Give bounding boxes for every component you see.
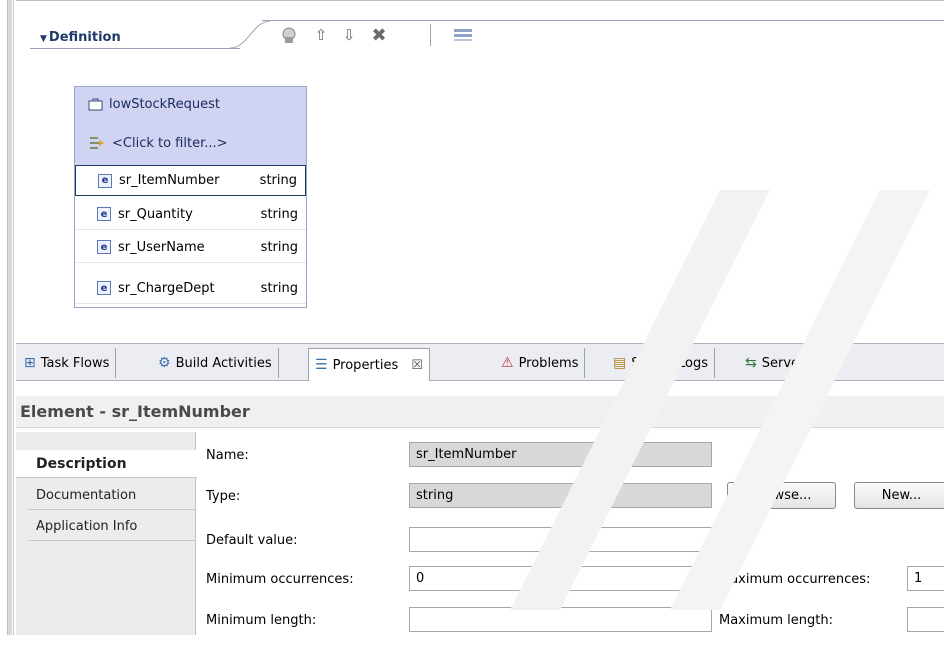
briefcase-icon [88, 98, 103, 111]
definition-underline [30, 48, 240, 49]
minimum-length-label: Minimum length: [206, 613, 317, 628]
definition-section-title[interactable]: ▼ Definition [40, 30, 121, 45]
toolbar-separator [430, 24, 431, 46]
name-label: Name: [206, 448, 249, 463]
problems-icon: ⚠ [501, 355, 514, 371]
minimum-length-field[interactable] [409, 607, 712, 632]
add-icon[interactable] [279, 25, 299, 45]
field-row[interactable]: e sr_UserName string [75, 232, 306, 263]
tab-build-activities[interactable]: ⚙ Build Activities [152, 348, 279, 378]
maximum-length-label: Maximum length: [719, 613, 834, 628]
move-down-icon[interactable]: ⇩ [339, 25, 359, 45]
tab-server-logs[interactable]: ▤ Server Logs [607, 348, 715, 378]
properties-icon: ☰ [315, 357, 328, 373]
side-tab-application-info[interactable]: Application Info [28, 513, 196, 541]
close-icon[interactable]: ☒ [411, 358, 423, 373]
filter-field[interactable]: <Click to filter...> [88, 135, 228, 151]
type-field[interactable]: string [409, 483, 712, 508]
element-icon: e [98, 173, 112, 188]
maximum-length-field[interactable] [907, 607, 944, 632]
side-tab-documentation[interactable]: Documentation [28, 482, 196, 510]
left-frame [0, 0, 14, 635]
element-icon: e [97, 240, 111, 254]
field-row[interactable]: e sr_Quantity string [75, 199, 306, 230]
tab-task-flows[interactable]: ⊞ Task Flows [18, 348, 117, 378]
build-activities-icon: ⚙ [158, 355, 171, 371]
field-row[interactable]: e sr_ItemNumber string [75, 165, 306, 196]
filter-icon [90, 137, 104, 149]
element-icon: e [97, 207, 111, 221]
tab-servers[interactable]: ⇆ Servers [739, 348, 819, 378]
maximum-occurrences-field[interactable]: 1 [907, 566, 944, 591]
business-object-title[interactable]: lowStockRequest [88, 97, 220, 112]
definition-tab-curve [230, 20, 270, 49]
element-icon: e [97, 281, 111, 295]
browse-button[interactable]: Browse... [727, 482, 836, 509]
default-value-field[interactable] [409, 527, 712, 552]
name-field[interactable]: sr_ItemNumber [409, 442, 712, 467]
type-label: Type: [206, 489, 241, 504]
new-button[interactable]: New... [854, 482, 944, 509]
side-tab-description[interactable]: Description [16, 450, 197, 478]
task-flows-icon: ⊞ [24, 355, 36, 371]
properties-title: Element - sr_ItemNumber [20, 402, 250, 421]
move-up-icon[interactable]: ⇧ [311, 25, 331, 45]
field-row[interactable]: e sr_ChargeDept string [75, 273, 306, 304]
collapse-triangle-icon[interactable]: ▼ [40, 34, 47, 44]
minimum-occurrences-field[interactable]: 0 [409, 566, 712, 591]
tab-problems[interactable]: ⚠ Problems [495, 348, 586, 378]
tab-properties[interactable]: ☰ Properties ☒ [308, 348, 430, 381]
minimum-occurrences-label: Minimum occurrences: [206, 572, 354, 587]
delete-icon[interactable]: ✖ [369, 25, 389, 46]
definition-top-line [262, 20, 944, 21]
servers-icon: ⇆ [745, 355, 757, 371]
server-logs-icon: ▤ [613, 355, 627, 371]
maximum-occurrences-label: Maximum occurrences: [719, 572, 871, 587]
layout-icon[interactable] [453, 25, 473, 45]
default-value-label: Default value: [206, 533, 298, 548]
